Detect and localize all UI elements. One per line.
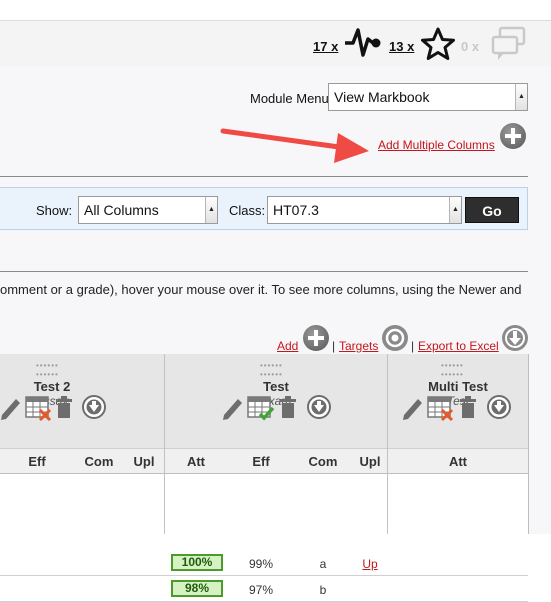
separator: | (332, 339, 336, 353)
show-label: Show: (36, 203, 73, 218)
markbook-table: •••••• •••••• •••••• •••••• •••••• •••••• T… (0, 354, 529, 602)
subheader-effort: Eff (28, 454, 46, 469)
trash-icon[interactable] (56, 396, 72, 418)
upload-link[interactable]: Up (352, 557, 388, 571)
chat-bubbles-icon (491, 26, 526, 60)
red-arrow-annotation (220, 128, 369, 163)
plus-icon[interactable] (303, 325, 329, 351)
table-check-icon[interactable] (247, 396, 275, 421)
subheader-comment: Com (308, 454, 338, 469)
add-columns-plus-icon[interactable] (500, 123, 526, 149)
instructions-text: omment or a grade), hover your mouse ove… (0, 282, 522, 297)
column-divider (164, 354, 165, 534)
divider (0, 271, 528, 272)
subheader-attainment: Att (186, 454, 206, 469)
subheader-upload: Upl (359, 454, 381, 469)
filter-bar: Show: All Columns ▲ Class: HT07.3 ▲ Go (0, 187, 528, 230)
column-tools-test-2 (1, 395, 106, 421)
module-menu-value: View Markbook (334, 89, 430, 105)
stat-count-favourites[interactable]: 13 x (389, 39, 414, 54)
effort-cell: 97% (248, 583, 274, 597)
class-value: HT07.3 (273, 202, 319, 218)
comment-cell: b (319, 583, 327, 597)
comment-cell: a (319, 557, 327, 571)
stat-count-activity[interactable]: 17 x (313, 39, 338, 54)
trash-icon[interactable] (460, 396, 476, 418)
column-title: Multi Test (428, 379, 488, 394)
separator: | (411, 339, 415, 353)
show-value: All Columns (84, 202, 159, 218)
drag-handle-icon[interactable]: •••••• •••••• (441, 361, 464, 379)
column-tools-test (223, 395, 331, 421)
download-icon[interactable] (82, 395, 106, 419)
chevron-down-icon: ▲ (449, 197, 461, 223)
subheader-upload: Upl (133, 454, 155, 469)
targets-link[interactable]: Targets (339, 339, 378, 353)
add-multiple-columns-link[interactable]: Add Multiple Columns (378, 138, 495, 152)
module-menu-select[interactable]: View Markbook ▲ (328, 83, 528, 111)
class-label: Class: (229, 203, 266, 218)
download-icon[interactable] (487, 395, 511, 419)
show-select[interactable]: All Columns ▲ (78, 196, 218, 224)
module-menu-label: Module Menu (250, 91, 329, 106)
download-icon[interactable] (502, 325, 528, 351)
go-button[interactable]: Go (465, 197, 519, 223)
download-icon[interactable] (307, 395, 331, 419)
drag-handle-icon[interactable]: •••••• •••••• (36, 361, 59, 379)
class-select[interactable]: HT07.3 ▲ (267, 196, 462, 224)
table-row: 98% 97% b (0, 576, 528, 602)
pencil-icon[interactable] (403, 399, 422, 420)
subheader-effort: Eff (252, 454, 270, 469)
main-content: Module Menu View Markbook ▲ Add Multiple… (0, 66, 551, 602)
attainment-cell[interactable]: 98% (171, 580, 223, 597)
drag-handle-icon[interactable]: •••••• •••••• (260, 361, 283, 379)
divider (0, 176, 528, 177)
table-row: 100% 99% a Up (0, 550, 528, 576)
export-to-excel-link[interactable]: Export to Excel (418, 339, 499, 353)
top-bar: 17 x 13 x 0 x (0, 20, 551, 68)
column-title: Test (263, 379, 289, 394)
attainment-cell[interactable]: 100% (171, 554, 223, 571)
column-divider (387, 354, 388, 534)
pencil-icon[interactable] (223, 399, 242, 420)
trash-icon[interactable] (280, 396, 296, 418)
subheader-attainment: Att (448, 454, 468, 469)
effort-cell: 99% (248, 557, 274, 571)
table-delete-icon[interactable] (427, 396, 454, 422)
star-icon[interactable] (420, 27, 456, 61)
chevron-down-icon: ▲ (515, 84, 527, 110)
pencil-icon[interactable] (1, 399, 20, 420)
stat-count-messages: 0 x (461, 39, 480, 54)
table-delete-icon[interactable] (25, 396, 52, 421)
chevron-down-icon: ▲ (205, 197, 217, 223)
subheader-comment: Com (84, 454, 114, 469)
add-column-link[interactable]: Add (277, 339, 298, 353)
pulse-icon[interactable] (343, 25, 383, 59)
target-icon[interactable] (382, 325, 408, 351)
column-title: Test 2 (33, 379, 71, 394)
column-tools-multi-test (403, 395, 511, 422)
